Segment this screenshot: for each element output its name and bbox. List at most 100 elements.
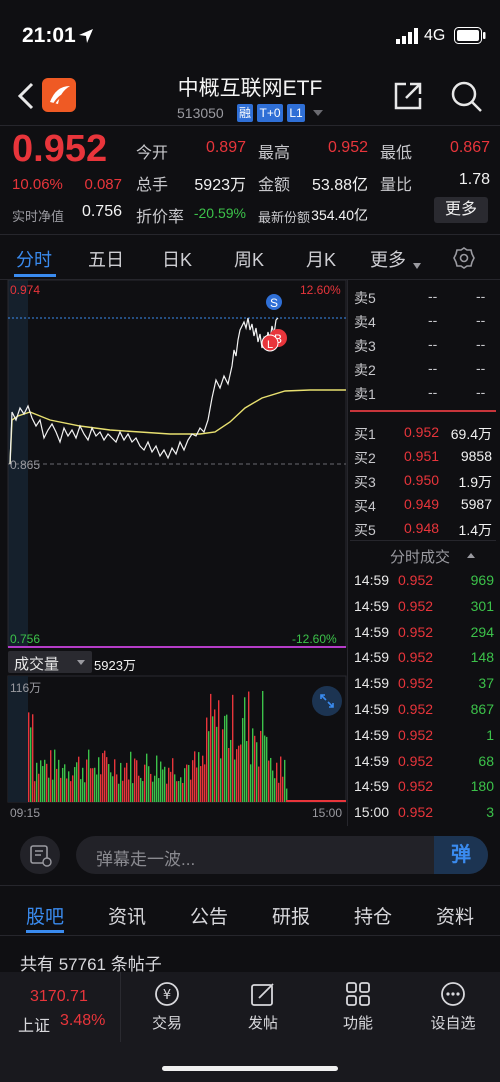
volume-bar (78, 756, 80, 802)
volume-bar (236, 749, 238, 802)
tick-volume: 1 (486, 726, 494, 743)
tick-volume: 294 (470, 623, 494, 640)
send-danmaku-button[interactable]: 弹 (434, 836, 488, 874)
tab-holdings[interactable]: 持仓 (354, 902, 392, 929)
volume-bar (142, 781, 144, 802)
tick-price: 0.952 (398, 649, 434, 666)
more-button[interactable]: 更多 (434, 197, 488, 223)
volume-bar (120, 762, 122, 802)
volume-bar (216, 726, 218, 802)
battery-icon (454, 27, 486, 44)
discount-value: -20.59% (193, 205, 246, 221)
index-pct: 3.48% (60, 1012, 106, 1029)
high-value: 0.952 (327, 139, 368, 156)
tick-price: 0.952 (398, 572, 434, 588)
tab-news[interactable]: 资讯 (108, 902, 146, 929)
tab-monthly-k[interactable]: 月K (306, 246, 336, 272)
ask-label: 卖3 (354, 338, 376, 354)
volume-bar (86, 759, 88, 802)
volume-bar (282, 776, 284, 802)
ask-volume: -- (476, 384, 486, 400)
volume-bar (100, 774, 102, 802)
tab-intraday[interactable]: 分时 (16, 246, 52, 272)
tab-forum[interactable]: 股吧 (26, 902, 64, 929)
search-icon[interactable] (450, 80, 484, 114)
volume-bar (76, 762, 78, 802)
trade-label[interactable]: 交易 (127, 1012, 207, 1033)
network-type: 4G (424, 27, 446, 44)
volume-bar (46, 763, 48, 802)
volume-bar (214, 709, 216, 802)
tab-profile[interactable]: 资料 (436, 902, 474, 929)
volume-bar (56, 768, 58, 802)
discount-label: 折价率 (136, 209, 185, 226)
ratio-value: 1.78 (458, 171, 490, 188)
post-icon[interactable] (249, 980, 277, 1008)
divider (0, 885, 500, 886)
volume-bar (238, 745, 240, 802)
volume-bar (178, 781, 180, 802)
bid-price: 0.952 (404, 424, 440, 440)
functions-label[interactable]: 功能 (318, 1012, 398, 1033)
index-value[interactable]: 3170.71 (30, 988, 88, 1006)
share-icon[interactable] (392, 80, 424, 112)
volume-bar (284, 759, 286, 802)
ask-label: 卖5 (354, 290, 376, 306)
volume-bar (204, 764, 206, 802)
volume-bar (148, 766, 150, 802)
post-label[interactable]: 发帖 (223, 1012, 303, 1033)
tab-five-day[interactable]: 五日 (88, 246, 124, 272)
news-tab-indicator (26, 930, 64, 933)
volume-bar (122, 780, 124, 802)
trade-icon[interactable]: ¥ (153, 980, 181, 1008)
volume-bar (202, 755, 204, 802)
add-watchlist-icon[interactable] (439, 980, 467, 1008)
tick-time: 15:00 (354, 804, 390, 821)
volume-bar (268, 760, 270, 802)
tab-more[interactable]: 更多 (370, 246, 406, 272)
volume-bar (30, 727, 32, 802)
bid-label: 买2 (354, 450, 376, 466)
ask-volume: -- (476, 336, 486, 352)
tick-price: 0.952 (398, 675, 434, 692)
tag-margin: 融 (237, 104, 253, 122)
caret-up-icon (467, 553, 475, 558)
volume-selector[interactable]: 成交量 (8, 651, 92, 673)
expand-button[interactable] (312, 686, 342, 716)
volume-bar (194, 751, 196, 802)
intraday-chart[interactable]: S B L (0, 280, 348, 826)
status-time: 21:01 (22, 24, 76, 47)
l-marker-label: L (267, 339, 273, 351)
tab-weekly-k[interactable]: 周K (234, 246, 264, 272)
tick-time: 14:59 (354, 778, 390, 795)
volume-bar (48, 777, 50, 802)
volume-bar (160, 761, 162, 802)
location-arrow-icon (79, 29, 93, 43)
volume-bar (198, 752, 200, 802)
comment-placeholder: 弹幕走一波... (96, 850, 196, 869)
volume-bar (278, 782, 280, 802)
add-watchlist-label[interactable]: 设自选 (413, 1012, 493, 1033)
settings-icon[interactable] (452, 246, 476, 270)
volume-bar (74, 767, 76, 802)
caret-down-icon[interactable] (312, 109, 324, 117)
ask-price: -- (428, 384, 438, 400)
bid-volume: 69.4万 (450, 426, 492, 442)
volume-label: 总手 (136, 177, 169, 194)
volume-bar (36, 762, 38, 802)
functions-icon[interactable] (344, 980, 372, 1008)
tab-daily-k[interactable]: 日K (162, 246, 192, 272)
ticks-title[interactable]: 分时成交 (390, 546, 450, 567)
shares-value: 354.40亿 (311, 207, 368, 223)
volume-bar (232, 694, 234, 802)
ask-volume: -- (476, 288, 486, 304)
tick-volume: 68 (478, 752, 494, 769)
tab-announcements[interactable]: 公告 (190, 902, 228, 929)
volume-bar (188, 764, 190, 802)
volume-bar (258, 766, 260, 802)
axis-bottom-pct: -12.60% (292, 632, 337, 646)
tab-research[interactable]: 研报 (272, 902, 310, 929)
danmaku-toggle[interactable] (20, 836, 60, 874)
volume-bar (44, 759, 46, 802)
volume-selector-label: 成交量 (14, 656, 60, 673)
